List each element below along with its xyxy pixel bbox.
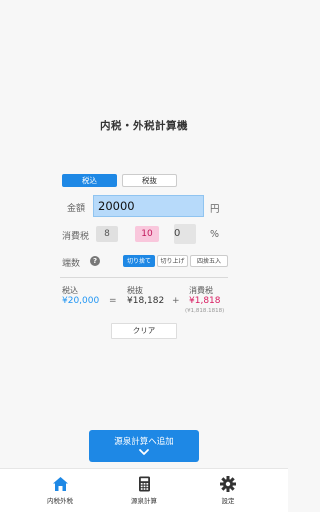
tabbar-label-withholding: 源泉計算 — [131, 497, 157, 505]
help-icon[interactable]: ? — [90, 256, 100, 266]
divider — [60, 277, 228, 278]
page-title: 内税・外税計算機 — [100, 120, 188, 132]
amount-label: 金額 — [67, 204, 86, 214]
tax-rate-10-button[interactable]: 10 — [135, 226, 159, 242]
clear-button[interactable]: クリア — [111, 323, 177, 339]
bottom-tab-bar: 内税外税 源泉計算 設定 — [0, 468, 288, 512]
result-excl-label: 税抜 — [127, 286, 143, 295]
round-half-button[interactable]: 四捨五入 — [190, 255, 228, 267]
round-up-button[interactable]: 切り上げ — [157, 255, 188, 267]
tax-rate-unit: % — [210, 229, 220, 240]
tab-tax-included[interactable]: 税込 — [62, 174, 117, 187]
home-icon — [52, 477, 68, 491]
result-tax-value: ¥1,818 — [189, 296, 221, 306]
plus-sign: + — [172, 296, 180, 306]
chevron-down-icon — [139, 449, 149, 455]
rounding-label: 端数 — [62, 259, 81, 269]
add-button-label: 源泉計算へ追加 — [114, 437, 174, 447]
tab-tax-excluded[interactable]: 税抜 — [122, 174, 177, 187]
calculator-icon — [138, 476, 150, 492]
tabbar-item-settings[interactable]: 設定 — [180, 469, 276, 512]
tabbar-item-withholding[interactable]: 源泉計算 — [96, 469, 192, 512]
result-tax-label: 消費税 — [189, 286, 213, 295]
result-excl-value: ¥18,182 — [127, 296, 165, 306]
result-incl-value: ¥20,000 — [62, 296, 100, 306]
amount-input[interactable]: 20000 — [93, 195, 204, 217]
round-down-button[interactable]: 切り捨て — [123, 255, 155, 267]
custom-rate-input[interactable]: 0 — [174, 224, 196, 244]
add-to-withholding-button[interactable]: 源泉計算へ追加 — [89, 430, 199, 462]
gear-icon — [220, 476, 236, 492]
result-incl-label: 税込 — [62, 286, 78, 295]
tax-rate-label: 消費税 — [62, 232, 90, 242]
result-tax-exact: (¥1,818.1818) — [185, 308, 225, 314]
tabbar-label-tax-calc: 内税外税 — [47, 497, 73, 505]
tabbar-item-tax-calc[interactable]: 内税外税 — [12, 469, 108, 512]
tax-rate-8-button[interactable]: 8 — [96, 226, 118, 242]
equals-sign: = — [109, 296, 117, 306]
tabbar-label-settings: 設定 — [221, 497, 235, 505]
amount-unit: 円 — [210, 204, 220, 215]
